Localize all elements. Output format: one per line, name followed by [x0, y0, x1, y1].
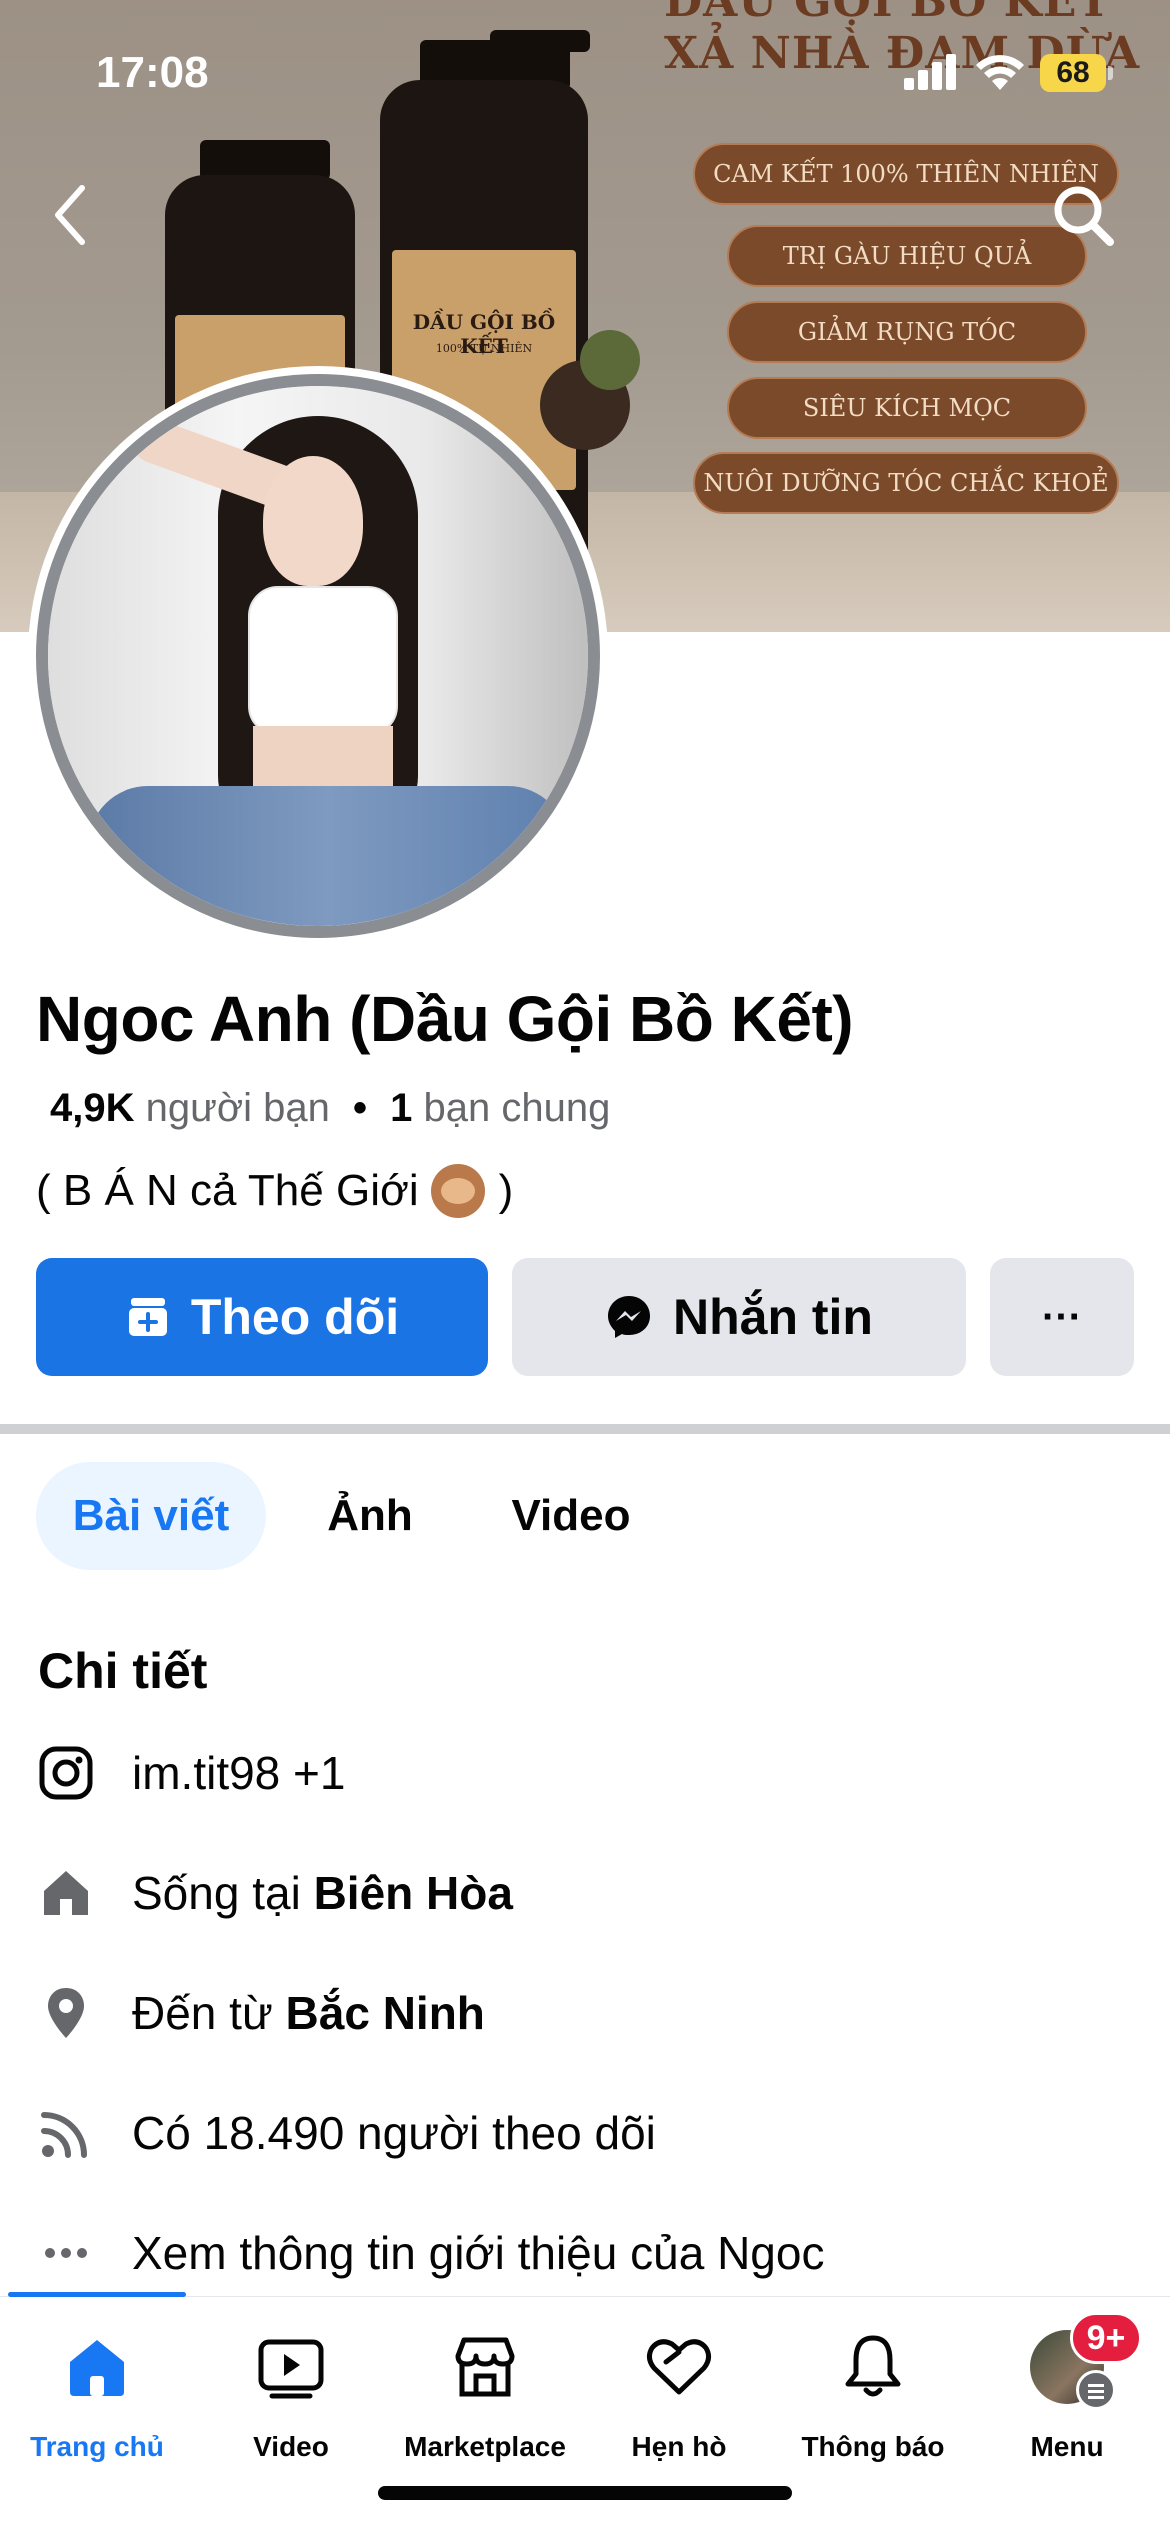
cover-headline-line-1: DẦU GỘI BỒ KẾT — [664, 0, 1112, 27]
location-pin-icon — [36, 1983, 96, 2043]
see-no-evil-monkey-emoji-icon — [430, 1164, 485, 1218]
nav-dating-label: Hẹn hò — [631, 2431, 727, 2462]
home-icon — [57, 2327, 137, 2407]
nav-home-label: Trang chủ — [30, 2431, 164, 2462]
nav-menu-label: Menu — [1030, 2431, 1104, 2462]
profile-picture — [36, 374, 600, 938]
nav-marketplace-label: Marketplace — [404, 2431, 566, 2462]
see-intro-text: Xem thông tin giới thiệu của Ngoc — [132, 2227, 825, 2279]
home-indicator[interactable] — [378, 2486, 792, 2500]
from-place: Bắc Ninh — [285, 1987, 485, 2039]
bell-icon — [833, 2327, 913, 2407]
nav-notifications[interactable]: Thông báo — [776, 2327, 970, 2467]
bio-text-end: ) — [498, 1166, 514, 1215]
follow-button-label: Theo dõi — [190, 1289, 400, 1345]
friends-count: 4,9K — [50, 1086, 135, 1130]
cellular-signal-icon — [904, 54, 958, 90]
messenger-icon — [608, 1296, 650, 1338]
mutual-friends-label: bạn chung — [423, 1086, 611, 1130]
from-prefix: Đến từ — [132, 1987, 273, 2039]
back-button[interactable] — [44, 180, 96, 250]
friends-label: người bạn — [145, 1086, 330, 1130]
status-time: 17:08 — [96, 48, 209, 97]
cover-pill: SIÊU KÍCH MỌC — [727, 377, 1087, 439]
nav-notifications-label: Thông báo — [801, 2431, 945, 2462]
follow-box-icon — [128, 1298, 167, 1336]
marketplace-icon — [445, 2327, 525, 2407]
detail-followers[interactable]: Có 18.490 người theo dõi — [0, 2098, 1170, 2168]
battery-indicator: 68 — [1040, 54, 1106, 92]
message-button[interactable]: Nhắn tin — [512, 1258, 966, 1376]
friend-stats[interactable]: 4,9K người bạn • 1 bạn chung — [50, 1086, 610, 1131]
cover-pill: NUÔI DƯỠNG TÓC CHẮC KHOẺ — [693, 452, 1119, 514]
menu-hamburger-icon — [1076, 2370, 1116, 2410]
bottle-pump-right — [490, 30, 590, 52]
lives-in-text: Sống tại Biên Hòa — [132, 1866, 513, 1920]
stats-separator: • — [353, 1086, 368, 1130]
details-title: Chi tiết — [38, 1643, 208, 1699]
active-tab-indicator — [8, 2292, 186, 2297]
lives-in-prefix: Sống tại — [132, 1867, 301, 1919]
rss-followers-icon — [36, 2103, 96, 2163]
followers-count-text: Có 18.490 người theo dõi — [132, 2107, 656, 2159]
cover-pill: GIẢM RỤNG TÓC — [727, 301, 1087, 363]
wifi-icon — [976, 55, 1024, 90]
nav-dating[interactable]: Hẹn hò — [582, 2327, 776, 2467]
profile-avatar[interactable] — [28, 366, 608, 946]
tab-photos[interactable]: Ảnh — [300, 1462, 440, 1570]
follow-button[interactable]: Theo dõi — [36, 1258, 488, 1376]
more-options-button[interactable]: ··· — [990, 1258, 1134, 1376]
mutual-friends-count: 1 — [390, 1086, 413, 1130]
detail-from: Đến từ Bắc Ninh — [0, 1978, 1170, 2048]
more-dots-icon: ··· — [1042, 1294, 1082, 1339]
cover-pill: TRỊ GÀU HIỆU QUẢ — [727, 225, 1087, 287]
bottle-sublabel-text: 100% TỰ NHIÊN — [435, 342, 533, 355]
instagram-handle: im.tit98 +1 — [132, 1747, 346, 1799]
nav-video[interactable]: Video — [194, 2327, 388, 2467]
nav-marketplace[interactable]: Marketplace — [388, 2327, 582, 2467]
profile-name: Ngoc Anh (Dầu Gội Bồ Kết) — [36, 983, 854, 1055]
battery-tip — [1108, 66, 1113, 80]
more-horizontal-icon — [36, 2223, 96, 2283]
search-icon — [1054, 186, 1114, 246]
detail-see-intro[interactable]: Xem thông tin giới thiệu của Ngoc — [0, 2218, 1170, 2288]
section-divider — [0, 1424, 1170, 1434]
profile-bio: ( B Á N cả Thế Giới ) — [36, 1164, 513, 1218]
detail-instagram[interactable]: im.tit98 +1 — [0, 1738, 1170, 1808]
bottle-cap-left — [200, 140, 330, 180]
lives-in-place: Biên Hòa — [313, 1867, 513, 1919]
nav-video-label: Video — [253, 2431, 329, 2462]
herb-decoration — [580, 330, 640, 390]
chevron-left-icon — [55, 185, 85, 245]
search-button[interactable] — [1048, 180, 1118, 250]
avatar-figure-top — [248, 586, 398, 736]
tab-video[interactable]: Video — [486, 1462, 656, 1570]
tab-posts[interactable]: Bài viết — [36, 1462, 266, 1570]
video-icon — [251, 2327, 331, 2407]
avatar-figure-jeans — [88, 786, 568, 926]
detail-lives-in: Sống tại Biên Hòa — [0, 1858, 1170, 1928]
from-text: Đến từ Bắc Ninh — [132, 1986, 485, 2040]
dating-heart-icon — [639, 2327, 719, 2407]
avatar-figure-face — [263, 456, 363, 586]
notification-badge: 9+ — [1070, 2312, 1142, 2364]
bio-text: ( B Á N cả Thế Giới — [36, 1166, 419, 1215]
instagram-icon — [36, 1743, 96, 1803]
nav-home[interactable]: Trang chủ — [0, 2327, 194, 2467]
message-button-label: Nhắn tin — [673, 1289, 873, 1345]
home-icon — [36, 1863, 96, 1923]
